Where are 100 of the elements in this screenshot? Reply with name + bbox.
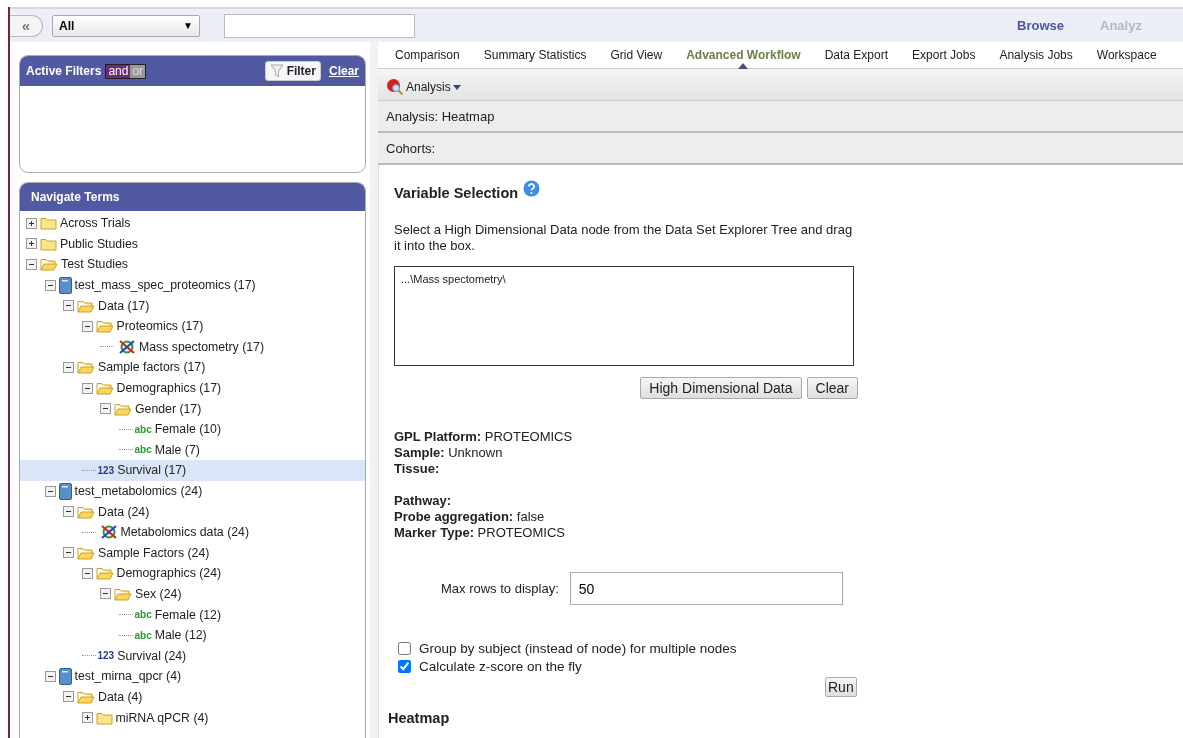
instructions: Select a High Dimensional Data node from the Data Set Explorer Tree and drag it into the box. <box>394 222 854 254</box>
data-type-label: abc <box>134 609 152 621</box>
drop-box[interactable]: ...\Mass spectometry\ <box>394 266 854 366</box>
tab[interactable]: Data Export <box>812 42 901 68</box>
data-type-label: abc <box>134 629 152 641</box>
tree-node[interactable]: test_mirna_qpcr (4) <box>20 666 365 687</box>
open-folder-icon <box>77 298 95 313</box>
tab[interactable]: Analysis Jobs <box>987 42 1085 68</box>
field-label: Max rows to display: <box>441 581 559 596</box>
tab[interactable]: Grid View <box>598 42 675 68</box>
dropdown-caret-icon <box>452 84 461 90</box>
action-button[interactable]: Clear <box>806 377 858 399</box>
heatmap-node-icon <box>118 339 136 354</box>
tree-node[interactable]: Public Studies <box>20 233 365 255</box>
filter-select[interactable]: All ▼ <box>52 14 200 37</box>
funnel-icon <box>269 64 284 78</box>
tree-node[interactable]: 123 Survival (24) <box>20 645 365 667</box>
open-folder-icon <box>95 566 114 581</box>
open-folder-icon <box>77 504 95 519</box>
tree-node[interactable]: Data (4) <box>20 686 365 708</box>
open-folder-icon <box>95 319 114 334</box>
result-title: Heatmap <box>388 710 451 726</box>
tree-node[interactable]: Across Trials <box>20 213 365 234</box>
tree-node[interactable]: Demographics (24) <box>20 563 365 584</box>
tree-node[interactable]: abc Female (10) <box>20 418 365 440</box>
tree-node[interactable]: 123 Survival (17) <box>20 460 365 481</box>
info-line: Probe aggregation: false <box>394 509 546 525</box>
tree-node[interactable]: miRNA qPCR (4) <box>20 707 365 728</box>
collapse-icon[interactable] <box>63 506 74 518</box>
tree-node[interactable]: Sample Factors (24) <box>20 542 365 564</box>
tree-node[interactable]: Demographics (17) <box>20 377 365 399</box>
cohorts-label: Cohorts: <box>386 140 436 156</box>
tree-node[interactable]: abc Female (12) <box>20 604 365 625</box>
tree-node[interactable]: Test Studies <box>20 254 365 275</box>
collapse-icon[interactable] <box>100 403 111 415</box>
tree-node[interactable]: test_metabolomics (24) <box>20 480 365 502</box>
data-type-label: 123 <box>97 464 115 476</box>
checkbox[interactable] <box>398 659 411 673</box>
book-icon <box>58 276 72 294</box>
nav-link[interactable]: Browse <box>1017 18 1100 33</box>
tab[interactable]: Advanced Workflow <box>674 42 813 68</box>
expand-icon[interactable] <box>81 712 93 724</box>
collapse-icon[interactable] <box>81 382 93 394</box>
data-type-label: abc <box>134 423 152 435</box>
operator-toggle[interactable]: and <box>106 64 131 78</box>
collapse-icon[interactable] <box>63 547 74 559</box>
max-rows-field[interactable]: 50 <box>569 572 843 605</box>
expand-icon[interactable] <box>26 238 37 250</box>
checkbox-label: Calculate z-score on the fly <box>419 658 582 674</box>
analysis-menu[interactable]: Analysis <box>386 78 461 96</box>
collapse-button[interactable]: « <box>10 14 43 37</box>
action-button[interactable]: High Dimensional Data <box>640 377 802 399</box>
tree-node[interactable]: Proteomics (17) <box>20 315 365 337</box>
help-icon[interactable] <box>523 180 541 197</box>
info-line: Marker Type: PROTEOMICS <box>394 525 566 541</box>
search-field[interactable] <box>224 13 415 38</box>
open-folder-icon <box>114 401 132 416</box>
tree-node[interactable]: Sample factors (17) <box>20 357 365 378</box>
book-icon <box>58 482 72 500</box>
collapse-icon[interactable] <box>81 567 93 579</box>
collapse-icon[interactable] <box>63 300 74 312</box>
collapse-icon[interactable] <box>63 361 74 373</box>
collapse-icon[interactable] <box>81 320 93 332</box>
data-type-label: 123 <box>97 650 115 662</box>
collapse-icon[interactable] <box>26 259 37 270</box>
tab[interactable]: Workspace <box>1084 42 1169 68</box>
tree-node[interactable]: Gender (17) <box>20 398 365 419</box>
checkbox-label: Group by subject (instead of node) for multiple nodes <box>419 640 737 656</box>
tree-node[interactable]: Mass spectometry (17) <box>20 336 365 358</box>
info-line: Pathway: <box>394 493 453 509</box>
tree-node[interactable]: Metabolomics data (24) <box>20 521 365 543</box>
folder-icon <box>95 710 113 725</box>
book-icon <box>58 667 72 685</box>
collapse-icon[interactable] <box>44 279 56 291</box>
clear-link[interactable]: Clear <box>328 64 359 78</box>
tree-node[interactable]: test_mass_spec_proteomics (17) <box>20 274 365 296</box>
tab[interactable]: Export Jobs <box>900 42 988 68</box>
tree-node[interactable]: abc Male (12) <box>20 624 365 646</box>
open-folder-icon <box>114 587 132 601</box>
analysis-label: Analysis: Heatmap <box>386 108 495 124</box>
collapse-icon[interactable] <box>63 691 74 703</box>
tree-node[interactable]: abc Male (7) <box>20 439 365 461</box>
tab[interactable]: Summary Statistics <box>471 42 599 68</box>
expand-icon[interactable] <box>26 217 37 229</box>
filter-button[interactable]: Filter <box>264 61 321 81</box>
open-folder-icon <box>77 545 95 560</box>
folder-icon <box>40 236 57 251</box>
info-line: Sample: Unknown <box>394 445 504 461</box>
pointer-icon <box>738 63 749 69</box>
collapse-icon[interactable] <box>44 485 56 497</box>
heatmap-node-icon <box>99 525 118 540</box>
tree-node[interactable]: Data (24) <box>20 501 365 522</box>
tab[interactable]: Comparison <box>383 42 472 68</box>
collapse-icon[interactable] <box>44 670 56 682</box>
tree-node[interactable]: Data (17) <box>20 295 365 316</box>
help-search-icon <box>386 78 404 96</box>
run-button[interactable]: Run <box>825 677 857 697</box>
checkbox[interactable] <box>398 641 411 655</box>
tree-node[interactable]: Sex (24) <box>20 583 365 605</box>
collapse-icon[interactable] <box>100 588 111 600</box>
